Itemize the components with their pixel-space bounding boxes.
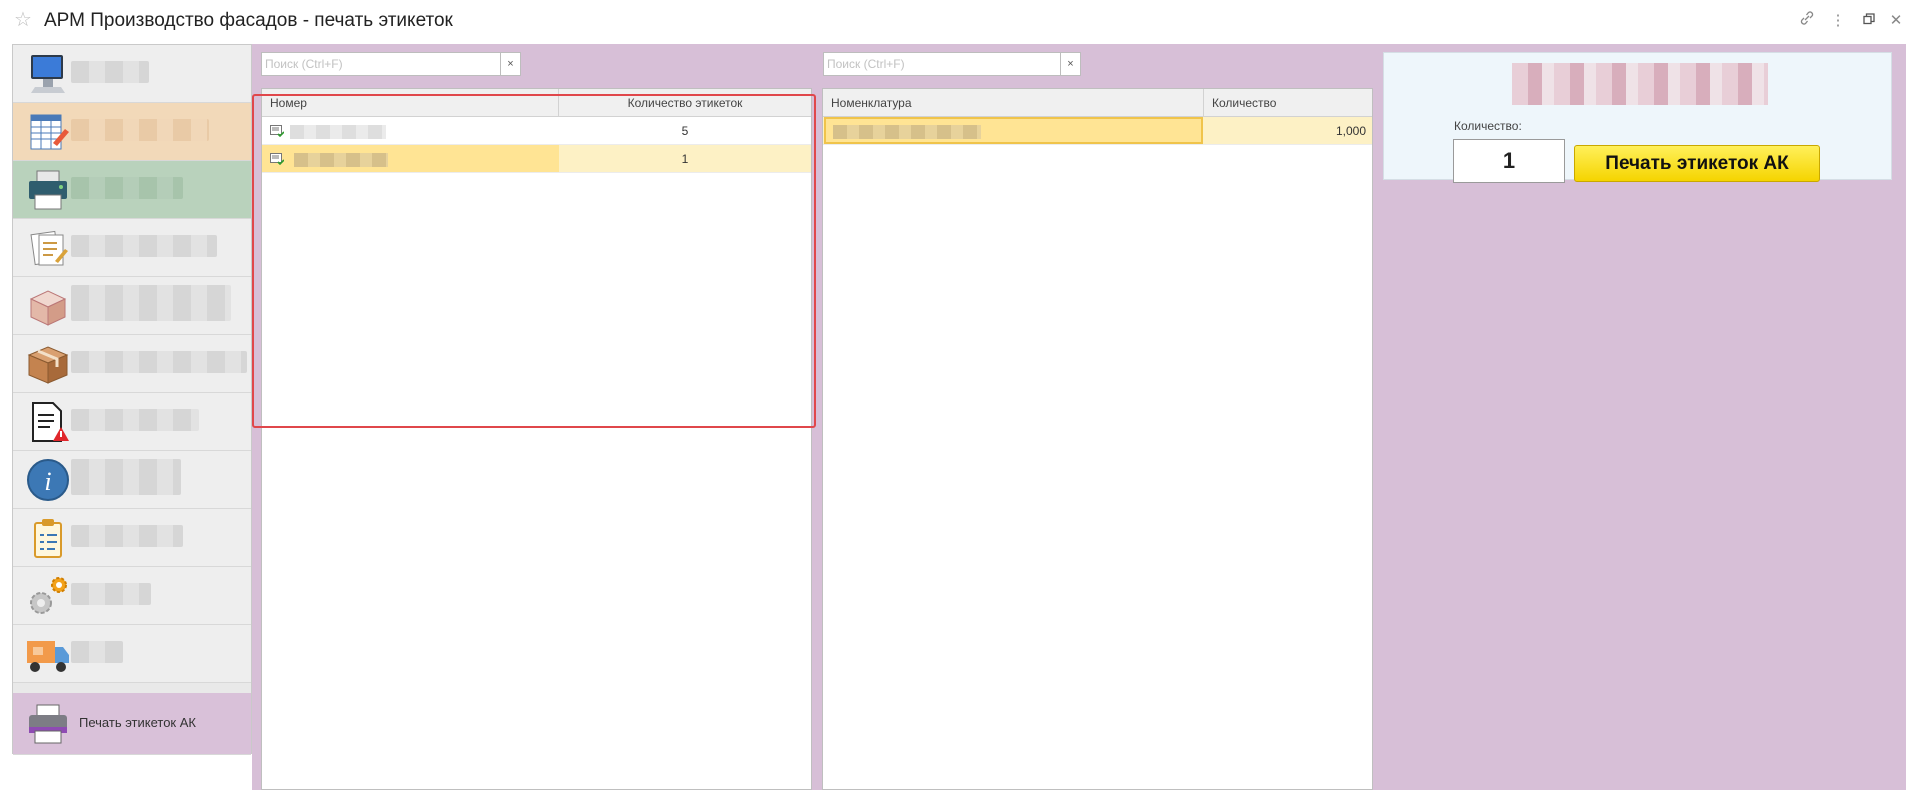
search-placeholder: Поиск (Ctrl+F) [827,57,905,71]
clear-search-button[interactable]: × [500,53,520,75]
open-box-icon [29,290,67,326]
restore-window-icon[interactable] [1858,10,1880,32]
sidebar-item-label-redacted [71,525,183,547]
clear-search-button[interactable]: × [1060,53,1080,75]
sidebar-item-print-labels[interactable]: Печать этикеток АК [13,693,251,755]
sidebar-item-label-redacted [71,285,231,321]
favorite-star-icon[interactable]: ☆ [14,10,32,30]
sidebar-item-info[interactable]: i [13,451,251,509]
search-placeholder: Поиск (Ctrl+F) [265,57,343,71]
spreadsheet-edit-icon [30,114,69,150]
print-panel: Количество: 1 Печать этикеток АК [1383,52,1892,183]
quantity-input[interactable]: 1 [1453,139,1565,183]
sidebar-item-label-redacted [71,409,199,431]
sidebar-item-documents[interactable] [13,219,251,277]
main-area: i Печать этикеток АК Поиск (Ctrl+F) × Но… [0,44,1908,790]
close-window-icon[interactable]: ✕ [1885,10,1907,32]
sidebar-item-delivery[interactable] [13,625,251,683]
clipboard-icon [34,519,62,558]
sidebar-item-label-redacted [71,459,181,495]
sidebar-item-label-redacted [71,351,247,373]
middle-search-input[interactable]: Поиск (Ctrl+F) × [823,52,1081,76]
quantity-cell: 1,000 [1335,124,1366,138]
printer-icon [29,170,67,210]
table-row-selected[interactable]: 1,000 [823,117,1372,145]
column-header-quantity[interactable]: Количество [1204,89,1372,117]
sidebar-item-label-redacted [71,641,123,663]
sidebar-item-label: Печать этикеток АК [79,715,196,730]
sidebar-item-settings[interactable] [13,567,251,625]
closed-box-icon [27,346,69,384]
sidebar-item-computer[interactable] [13,45,251,103]
table-header: Номенклатура Количество [823,89,1372,117]
computer-icon [31,55,65,93]
column-header-nomenclature[interactable]: Номенклатура [823,89,1204,117]
sidebar-item-label-redacted [71,177,183,199]
sidebar-item-label-redacted [71,119,209,141]
highlight-frame [252,94,816,428]
title-bar: ☆ АРМ Производство фасадов - печать этик… [0,0,1908,44]
documents-edit-icon [30,230,68,266]
sidebar-item-printer[interactable] [13,161,251,219]
sidebar-item-open-box[interactable] [13,277,251,335]
window-title: АРМ Производство фасадов - печать этикет… [44,10,453,31]
nomenclature-redacted [833,125,981,139]
sidebar-item-label-redacted [71,61,149,83]
quantity-label: Количество: [1454,119,1522,133]
sidebar-item-closed-box[interactable] [13,335,251,393]
sidebar: i Печать этикеток АК [12,44,252,755]
label-printer-icon [29,704,67,744]
print-labels-button[interactable]: Печать этикеток АК [1574,145,1820,182]
link-icon[interactable] [1796,10,1818,32]
sidebar-item-label-redacted [71,583,151,605]
document-warning-icon [32,402,69,442]
product-name-redacted [1512,63,1768,105]
delivery-truck-icon [27,641,69,672]
sidebar-item-document-warning[interactable] [13,393,251,451]
svg-text:i: i [44,467,51,496]
sidebar-item-label-redacted [71,235,217,257]
nomenclature-table: Номенклатура Количество 1,000 [822,88,1373,790]
info-icon: i [27,459,69,501]
gears-icon [30,577,67,614]
sidebar-item-clipboard[interactable] [13,509,251,567]
sidebar-item-spreadsheet[interactable] [13,103,251,161]
more-menu-icon[interactable]: ⋮ [1827,10,1849,32]
left-search-input[interactable]: Поиск (Ctrl+F) × [261,52,521,76]
